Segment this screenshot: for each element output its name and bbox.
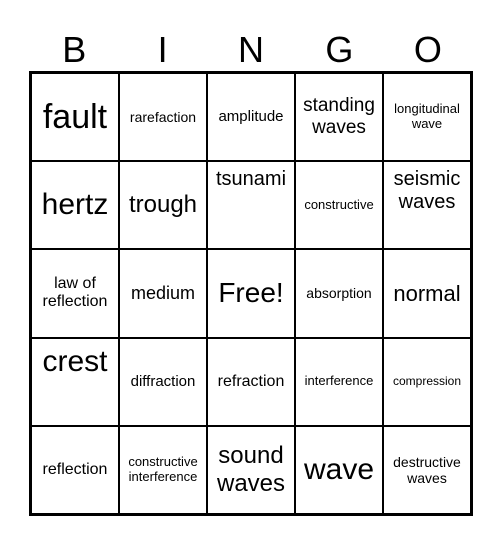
bingo-cell[interactable]: crest [31,337,119,426]
bingo-cell[interactable]: fault [31,73,119,162]
header-letter-i: I [157,29,168,70]
header-letter-n: N [238,29,265,70]
bingo-cell[interactable]: refraction [207,337,295,426]
bingo-cell[interactable]: trough [119,161,207,250]
bingo-cell[interactable]: absorption [295,249,383,338]
header-letter-b: B [62,29,87,70]
header-letter-g: G [325,29,354,70]
bingo-cell[interactable]: seismic waves [383,161,471,250]
bingo-cell[interactable]: rarefaction [119,73,207,162]
bingo-cell[interactable]: constructive [295,161,383,250]
bingo-cell[interactable]: compression [383,337,471,426]
bingo-cell[interactable]: longitudinal wave [383,73,471,162]
bingo-cell[interactable]: wave [295,425,383,514]
bingo-cell[interactable]: destructive waves [383,425,471,514]
bingo-grid: fault rarefaction amplitude standing wav… [29,71,473,516]
bingo-cell[interactable]: hertz [31,161,119,250]
bingo-cell[interactable]: diffraction [119,337,207,426]
bingo-cell[interactable]: interference [295,337,383,426]
bingo-cell[interactable]: constructive interference [119,425,207,514]
bingo-header: B I N G O [30,28,472,72]
bingo-cell[interactable]: amplitude [207,73,295,162]
bingo-cell[interactable]: tsunami [207,161,295,250]
bingo-cell[interactable]: medium [119,249,207,338]
bingo-cell[interactable]: standing waves [295,73,383,162]
header-letter-o: O [413,29,442,70]
bingo-cell[interactable]: sound waves [207,425,295,514]
bingo-cell[interactable]: normal [383,249,471,338]
bingo-cell[interactable]: law of reflection [31,249,119,338]
free-space-cell[interactable]: Free! [207,249,295,338]
bingo-cell[interactable]: reflection [31,425,119,514]
